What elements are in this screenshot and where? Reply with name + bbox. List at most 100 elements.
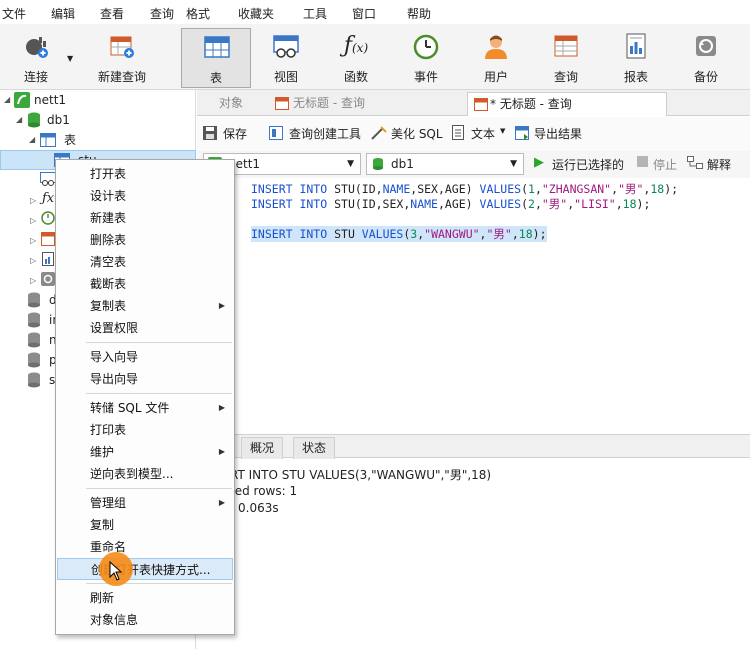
expand-arrow-icon[interactable]: ▷ <box>30 216 36 225</box>
report-icon <box>626 33 646 59</box>
menu-item-manage-group[interactable]: 管理组 ▶ <box>57 492 233 514</box>
menu-format[interactable]: 格式 <box>186 5 210 22</box>
chevron-down-icon: ▼ <box>500 127 506 135</box>
function-icon: ƒ(x) <box>343 33 369 58</box>
event-button[interactable]: 事件 <box>391 28 461 88</box>
tab-untitled-query-1[interactable]: 无标题 - 查询 <box>269 92 467 116</box>
menu-item-maintain[interactable]: 维护 ▶ <box>57 441 233 463</box>
menu-item-import-wizard[interactable]: 导入向导 <box>57 346 233 368</box>
menu-item-dump-sql[interactable]: 转储 SQL 文件 ▶ <box>57 397 233 419</box>
backup-label: 备份 <box>693 70 718 84</box>
menu-separator <box>86 393 232 394</box>
menu-item-empty-table[interactable]: 清空表 <box>57 251 233 273</box>
menu-item-new-table[interactable]: 新建表 <box>57 207 233 229</box>
connect-label: 连接 <box>23 70 48 84</box>
menu-item-create-shortcut[interactable]: 创建打开表快捷方式... <box>57 558 233 580</box>
submenu-arrow-icon: ▶ <box>218 403 225 412</box>
menu-file[interactable]: 文件 <box>2 5 26 22</box>
menu-item-permissions[interactable]: 设置权限 <box>57 317 233 339</box>
connection-icon <box>14 92 30 108</box>
clock-icon[interactable] <box>41 211 55 225</box>
function-button[interactable]: ƒ(x) 函数 <box>321 28 391 88</box>
expand-arrow-icon[interactable]: ▷ <box>30 196 36 205</box>
menu-item-print-table[interactable]: 打印表 <box>57 419 233 441</box>
sql-line-1: INSERT INTO STU(ID,NAME,SEX,AGE) VALUES(… <box>251 182 679 196</box>
menu-window[interactable]: 窗口 <box>352 5 376 22</box>
database-select[interactable]: db1 ▼ <box>366 153 524 175</box>
view-icon[interactable] <box>40 172 56 186</box>
result-time: 0.063s <box>238 501 279 515</box>
user-button[interactable]: 用户 <box>461 28 531 88</box>
save-icon <box>203 126 217 140</box>
report-button[interactable]: 报表 <box>601 28 671 88</box>
expand-arrow-icon[interactable]: ▷ <box>30 256 36 265</box>
submenu-arrow-icon: ▶ <box>218 498 225 507</box>
result-tabs: 概况 状态 <box>197 434 750 459</box>
document-icon <box>452 125 464 140</box>
sql-editor[interactable]: INSERT INTO STU(ID,NAME,SEX,AGE) VALUES(… <box>197 178 750 434</box>
menu-favorites[interactable]: 收藏夹 <box>238 5 274 22</box>
view-button[interactable]: 视图 <box>251 28 321 88</box>
collapse-arrow-icon[interactable]: ◢ <box>29 135 35 144</box>
backup-icon[interactable] <box>41 272 55 286</box>
menu-item-object-info[interactable]: 对象信息 <box>57 609 233 631</box>
event-label: 事件 <box>413 70 438 84</box>
function-label: 函数 <box>343 70 368 84</box>
table-label: 表 <box>209 71 222 85</box>
menu-item-rename[interactable]: 重命名 <box>57 536 233 558</box>
query-button[interactable]: 查询 <box>531 28 601 88</box>
query-label: 查询 <box>553 70 578 84</box>
menu-tools[interactable]: 工具 <box>303 5 327 22</box>
menu-item-export-wizard[interactable]: 导出向导 <box>57 368 233 390</box>
menu-view[interactable]: 查看 <box>100 5 124 22</box>
menu-item-delete-table[interactable]: 删除表 <box>57 229 233 251</box>
result-query: RT INTO STU VALUES(3,"WANGWU","男",18) <box>230 468 492 482</box>
collapse-arrow-icon[interactable]: ◢ <box>16 115 22 124</box>
menu-item-duplicate-table[interactable]: 复制表 ▶ <box>57 295 233 317</box>
tab-status[interactable]: 状态 <box>293 437 336 459</box>
main-toolbar: 连接 ▼ 新建查询 表 视图 ƒ(x) 函数 事件 用户 查询 报表 备份 <box>0 24 750 90</box>
user-icon <box>485 35 507 59</box>
collapse-arrow-icon[interactable]: ◢ <box>4 95 10 104</box>
query-builder-icon <box>269 126 283 140</box>
menu-item-open-table[interactable]: 打开表 <box>57 163 233 185</box>
result-panel: RT INTO STU VALUES(3,"WANGWU","男",18) te… <box>197 459 750 649</box>
result-affected-rows: ted rows: 1 <box>230 484 298 498</box>
explain-icon <box>687 156 703 169</box>
query-icon[interactable] <box>41 232 55 246</box>
report-icon[interactable] <box>42 252 54 266</box>
query-toolbar: 保存 查询创建工具 美化 SQL 文本 ▼ 导出结果 <box>197 117 750 149</box>
query-icon <box>474 98 488 111</box>
expand-arrow-icon[interactable]: ▷ <box>30 236 36 245</box>
backup-button[interactable]: 备份 <box>671 28 741 88</box>
tab-objects[interactable]: 对象 <box>213 92 269 116</box>
menu-separator <box>86 488 232 489</box>
menu-query[interactable]: 查询 <box>150 5 174 22</box>
stop-icon <box>637 156 648 167</box>
table-icon <box>40 133 56 147</box>
menu-separator <box>86 342 232 343</box>
menu-item-copy[interactable]: 复制 <box>57 514 233 536</box>
menu-item-design-table[interactable]: 设计表 <box>57 185 233 207</box>
connect-button[interactable]: 连接 <box>1 28 71 88</box>
chevron-down-icon[interactable]: ▼ <box>67 54 73 63</box>
menu-item-refresh[interactable]: 刷新 <box>57 587 233 609</box>
new-query-icon <box>110 36 134 58</box>
menu-item-truncate-table[interactable]: 截断表 <box>57 273 233 295</box>
backup-icon <box>696 36 716 56</box>
database-icon <box>28 112 40 128</box>
new-query-button[interactable]: 新建查询 <box>76 28 168 88</box>
menu-help[interactable]: 帮助 <box>407 5 431 22</box>
database-icon <box>28 372 40 388</box>
database-icon <box>373 158 383 170</box>
view-icon <box>273 35 299 58</box>
expand-arrow-icon[interactable]: ▷ <box>30 276 36 285</box>
function-icon[interactable]: ƒx <box>42 191 54 206</box>
export-icon <box>515 126 529 140</box>
menu-edit[interactable]: 编辑 <box>51 5 75 22</box>
table-button[interactable]: 表 <box>181 28 251 88</box>
tab-overview[interactable]: 概况 <box>241 437 284 459</box>
menu-item-reverse-to-model[interactable]: 逆向表到模型... <box>57 463 233 485</box>
query-icon <box>554 35 578 57</box>
tab-untitled-query-2[interactable]: * 无标题 - 查询 <box>467 92 667 116</box>
